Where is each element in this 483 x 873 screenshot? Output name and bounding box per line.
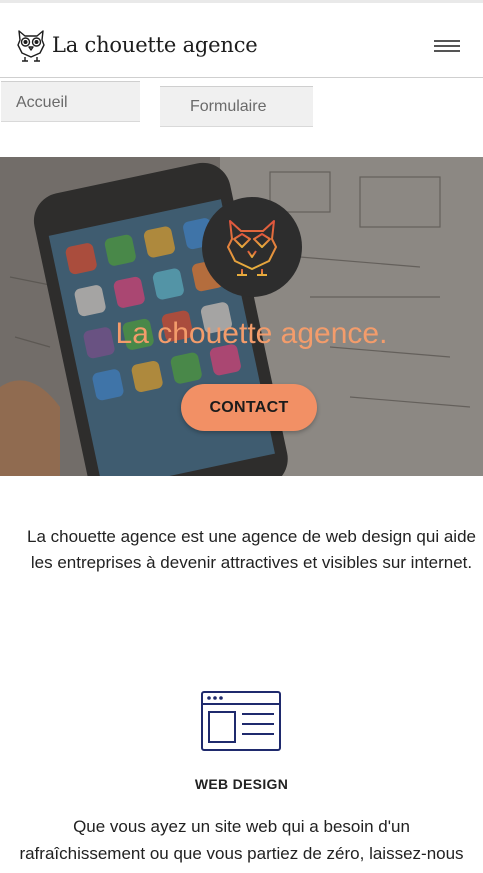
brand-name: La chouette agence (52, 33, 258, 57)
brand[interactable]: La chouette agence (16, 27, 258, 63)
intro-text: La chouette agence est une agence de web… (20, 524, 483, 576)
site-header: La chouette agence (0, 3, 483, 78)
intro-line-2: les entreprises à devenir attractives et… (30, 553, 473, 572)
nav-item-formulaire[interactable]: Formulaire (160, 86, 313, 127)
hero-logo (202, 197, 302, 297)
hero-title: La chouette agence. (115, 317, 388, 350)
menu-bar (434, 50, 460, 52)
web-design-window-icon (201, 691, 281, 751)
intro-line-1: La chouette agence est une agence de web… (27, 527, 476, 546)
hamburger-menu-icon[interactable] (432, 37, 462, 57)
service-description: Que vous ayez un site web qui a besoin d… (19, 817, 464, 873)
owl-icon (227, 220, 277, 276)
owl-icon (17, 30, 45, 62)
contact-button[interactable]: CONTACT (181, 384, 317, 431)
hero-section: La chouette agence. CONTACT (0, 157, 483, 476)
nav-item-accueil[interactable]: Accueil (1, 81, 140, 122)
menu-bar (434, 40, 460, 42)
service-title: WEB DESIGN (194, 776, 289, 792)
menu-bar (434, 45, 460, 47)
